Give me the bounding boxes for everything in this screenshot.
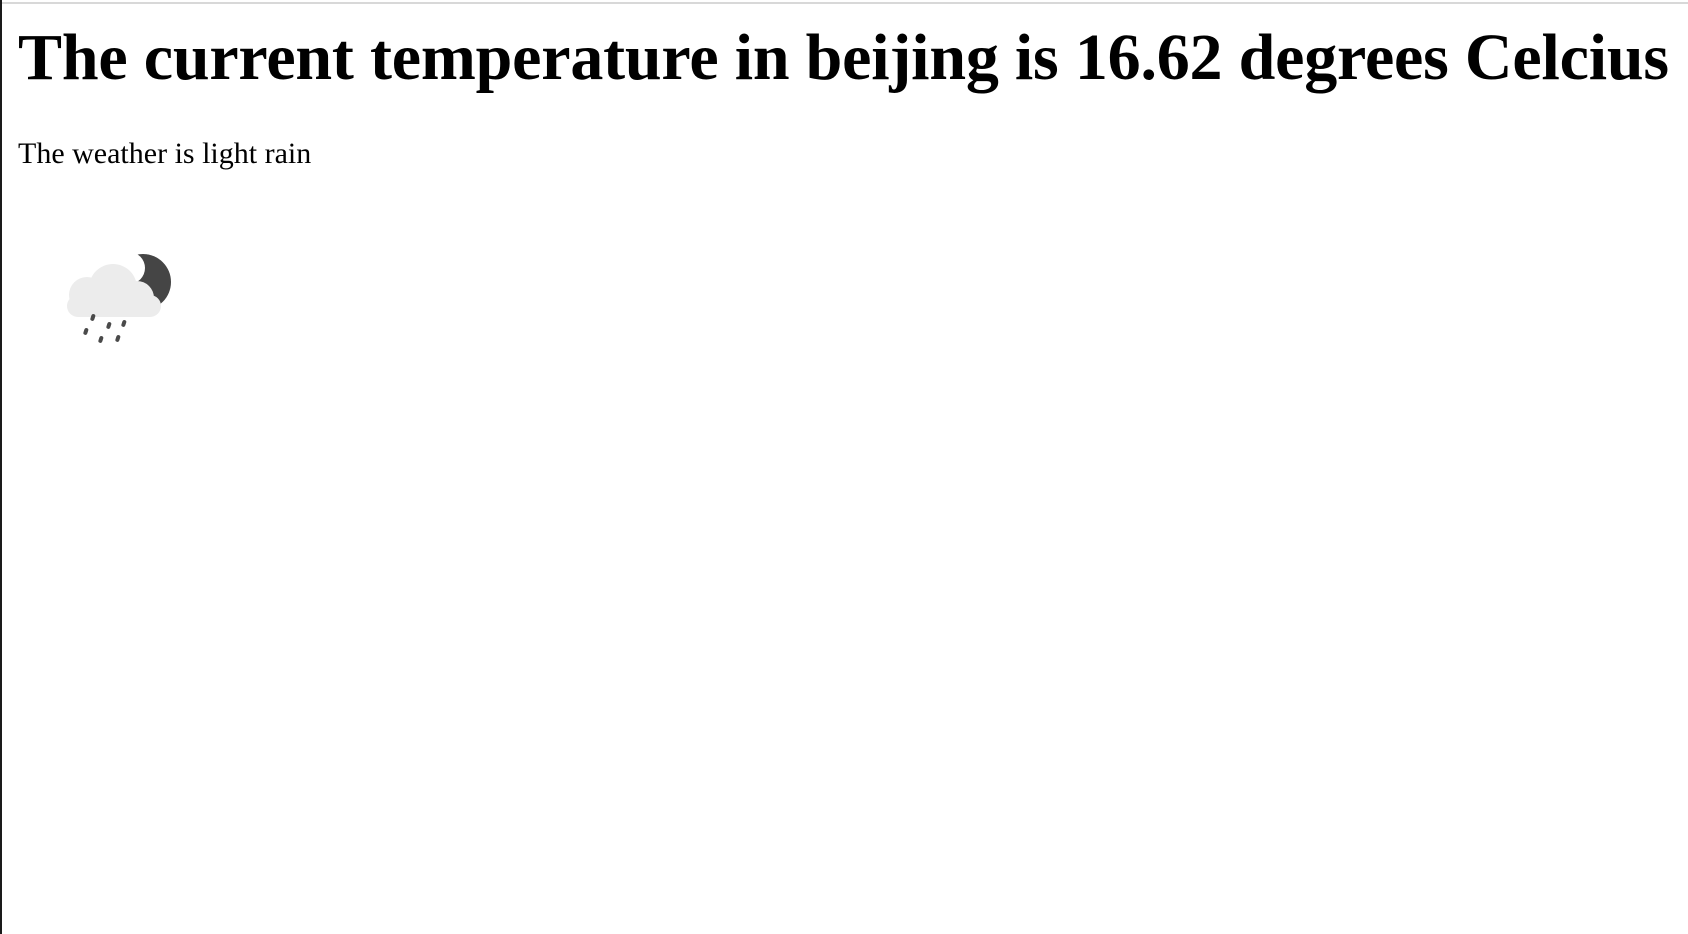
- page-left-border: [0, 0, 2, 934]
- rain-drops: [83, 314, 127, 343]
- temperature-heading: The current temperature in beijing is 16…: [18, 21, 1669, 94]
- weather-description: The weather is light rain: [18, 137, 312, 170]
- page-top-border: [0, 2, 1688, 4]
- moon-cloud-rain-icon: [67, 252, 171, 343]
